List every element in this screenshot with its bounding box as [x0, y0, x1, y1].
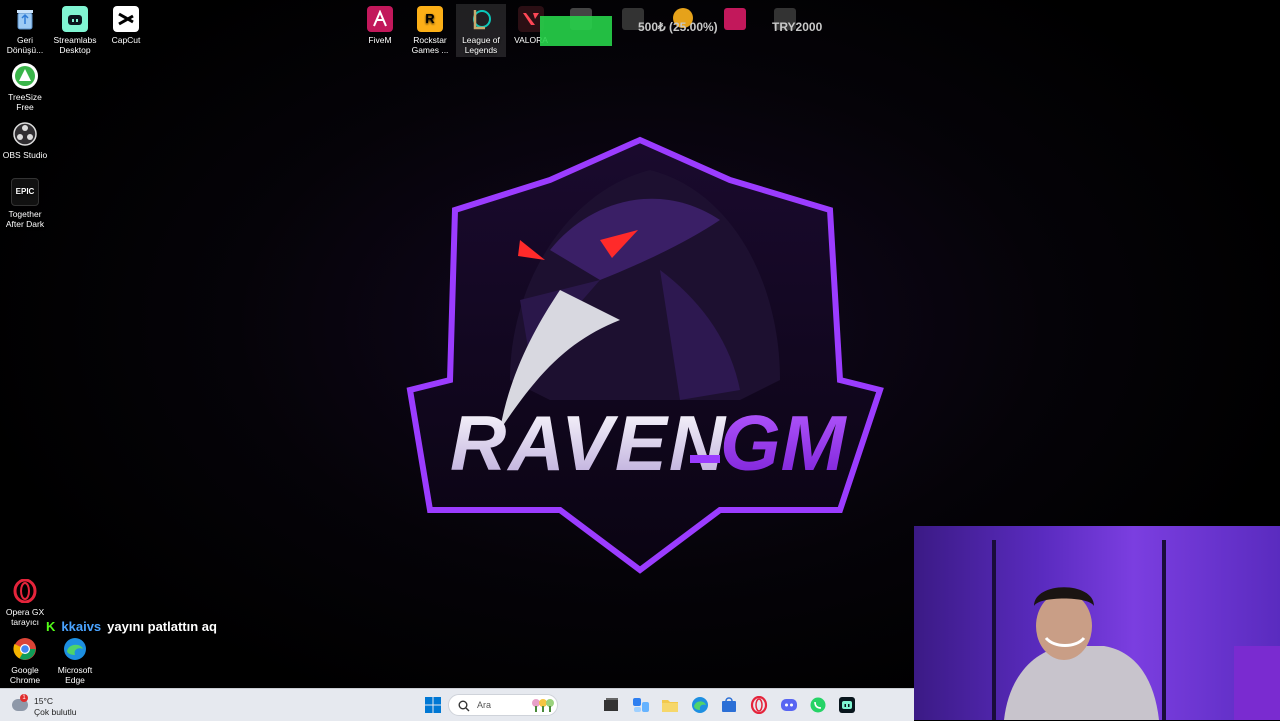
- chat-username: kkaivs: [61, 619, 102, 634]
- league-icon: [468, 6, 494, 32]
- rockstar-icon: R: [417, 6, 443, 32]
- desktop-icon-capcut[interactable]: CapCut: [101, 6, 151, 45]
- rockstar-glyph: R: [425, 11, 435, 26]
- desktop-icon-label: CapCut: [111, 35, 141, 45]
- desktop-icon-label: OBS Studio: [2, 150, 48, 160]
- whatsapp-icon[interactable]: [809, 696, 827, 714]
- opera-gx-icon: [12, 578, 38, 604]
- desktop-icon-streamlabs[interactable]: Streamlabs Desktop: [50, 6, 100, 55]
- logo-text-gm: GM: [720, 399, 848, 487]
- opera-gx-taskbar-icon[interactable]: [750, 696, 768, 714]
- edge-icon: [62, 636, 88, 662]
- stream-goal-currency: TRY2000: [772, 20, 823, 34]
- desktop-icon-label: Google Chrome: [9, 665, 41, 685]
- capcut-icon: [113, 6, 139, 32]
- weather-desc: Çok bulutlu: [34, 707, 77, 717]
- desktop-icon-label: TreeSize Free: [8, 92, 42, 112]
- desktop-icon-label: FiveM: [368, 35, 392, 45]
- fivem-icon: [367, 6, 393, 32]
- raven-gm-logo: RAVEN GM: [406, 136, 884, 574]
- edge-taskbar-icon[interactable]: [691, 696, 709, 714]
- webcam-feed: [914, 526, 1280, 720]
- desktop-icon-together-after-dark[interactable]: EPIC Together After Dark: [0, 178, 50, 229]
- stream-goal-progress-fill: [540, 16, 612, 46]
- desktop-icon-treesize[interactable]: TreeSize Free: [0, 63, 50, 112]
- desktop-icon-label: Microsoft Edge: [57, 665, 93, 685]
- chrome-icon: [12, 636, 38, 662]
- desktop-icon-chrome[interactable]: Google Chrome: [0, 636, 50, 685]
- weather-temp: 15°C: [34, 696, 53, 706]
- desktop-icon-label: Together After Dark: [5, 209, 45, 229]
- file-explorer-icon[interactable]: [661, 696, 679, 714]
- task-view-icon[interactable]: [602, 696, 620, 714]
- desktop-icon-rockstar[interactable]: R Rockstar Games ...: [405, 6, 455, 55]
- desktop-icon-label: Opera GX tarayıcı: [5, 607, 45, 627]
- desktop-icon-obs[interactable]: OBS Studio: [0, 121, 50, 160]
- widgets-icon[interactable]: [632, 696, 650, 714]
- search-highlight-icon: [532, 699, 554, 712]
- chat-text: yayını patlattın aq: [107, 619, 217, 634]
- weather-alert-badge: 1: [20, 694, 28, 702]
- discord-icon[interactable]: [780, 696, 798, 714]
- taskbar: 1 15°C Çok bulutlu Ara: [0, 688, 914, 721]
- desktop-icon-label: Geri Dönüşü...: [6, 35, 44, 55]
- desktop-icon-label: Rockstar Games ...: [411, 35, 449, 55]
- desktop-icon-label: League of Legends: [462, 35, 500, 55]
- search-icon: [458, 700, 470, 712]
- epic-games-icon: EPIC: [11, 178, 39, 206]
- recycle-bin-icon: [12, 6, 38, 32]
- obs-icon: [12, 121, 38, 147]
- desktop-icon-edge[interactable]: Microsoft Edge: [50, 636, 100, 685]
- logo-text-raven: RAVEN: [450, 399, 727, 487]
- streamlabs-icon: [62, 6, 88, 32]
- desktop-icon-fivem[interactable]: FiveM: [355, 6, 405, 45]
- store-icon[interactable]: [720, 696, 738, 714]
- desktop-icon-recycle-bin[interactable]: Geri Dönüşü...: [0, 6, 50, 55]
- epic-games-glyph: EPIC: [15, 187, 35, 196]
- weather-widget[interactable]: 1 15°C Çok bulutlu: [8, 692, 78, 718]
- windows-start-icon[interactable]: [424, 696, 442, 714]
- desktop-icon-label: Streamlabs Desktop: [53, 35, 97, 55]
- treesize-icon: [12, 63, 38, 89]
- chat-message: K kkaivs yayını patlattın aq: [46, 619, 217, 634]
- desktop-icon-opera-gx[interactable]: Opera GX tarayıcı: [0, 578, 50, 627]
- taskbar-search[interactable]: Ara: [448, 694, 558, 716]
- stream-goal-text: 500₺ (25.00%): [638, 20, 718, 34]
- desktop-icon-league[interactable]: League of Legends: [456, 4, 506, 57]
- search-placeholder: Ara: [477, 700, 492, 710]
- streamlabs-taskbar-icon[interactable]: [838, 696, 856, 714]
- webcam-person: [992, 540, 1280, 720]
- kick-badge-icon: K: [46, 619, 56, 634]
